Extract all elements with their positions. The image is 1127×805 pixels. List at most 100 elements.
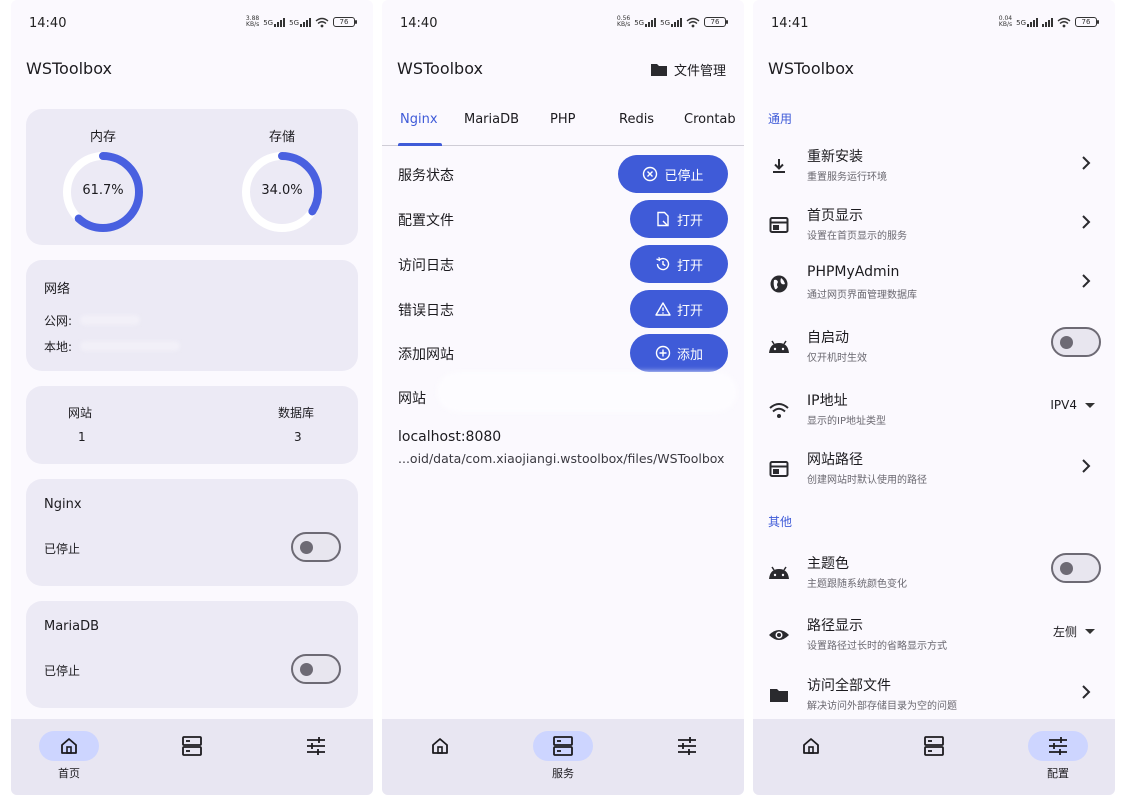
file-edit-icon <box>657 211 669 227</box>
setting-subtitle: 设置在首页显示的服务 <box>807 231 907 242</box>
nav-config[interactable]: 配置 <box>1023 731 1093 781</box>
setting-phpmyadmin[interactable]: PHPMyAdmin 通过网页界面管理数据库 <box>753 258 1115 314</box>
tab-php[interactable]: PHP <box>550 112 575 127</box>
open-error-log-button[interactable]: 打开 <box>630 290 728 328</box>
setting-subtitle: 解决访问外部存储目录为空的问题 <box>807 701 957 712</box>
service-status-button[interactable]: 已停止 <box>618 155 728 193</box>
signal-icon <box>1042 17 1053 27</box>
chevron-right-icon <box>1082 215 1091 229</box>
open-config-text: 打开 <box>676 213 703 229</box>
signal-icon: 5G <box>634 17 657 27</box>
storage-label: 存储 <box>268 130 295 145</box>
signal-icon: 5G <box>660 17 682 27</box>
bottom-nav: 配置 <box>753 719 1115 795</box>
tab-redis[interactable]: Redis <box>619 112 654 127</box>
mariadb-toggle[interactable] <box>291 654 341 684</box>
add-circle-icon <box>655 345 671 361</box>
setting-subtitle: 显示的IP地址类型 <box>807 416 886 427</box>
mariadb-status: 已停止 <box>44 664 81 678</box>
config-screen: 14:41 0.04 KB/s 5G 76 WSToolbox 通用 重新安装 … <box>753 0 1115 795</box>
open-config-button[interactable]: 打开 <box>630 200 728 238</box>
setting-subtitle: 通过网页界面管理数据库 <box>807 290 917 301</box>
network-card: 网络 公网: 本地: <box>26 260 358 371</box>
status-icons: 0.04 KB/s 5G 76 <box>996 16 1099 28</box>
add-site-button[interactable]: 添加 <box>630 334 728 372</box>
error-log-label: 错误日志 <box>398 303 454 319</box>
ip-type-select[interactable]: IPV4 <box>1050 398 1095 412</box>
bottom-nav: 首页 <box>11 719 373 795</box>
service-screen: 14:40 0.56 KB/s 5G 5G 76 WSToolbox 文件管理 … <box>382 0 744 795</box>
setting-title: 网站路径 <box>807 452 863 468</box>
app-title: WSToolbox <box>26 59 112 78</box>
wifi-icon <box>686 17 700 27</box>
setting-reinstall[interactable]: 重新安装 重置服务运行环境 <box>753 140 1115 196</box>
battery-icon: 76 <box>333 17 357 27</box>
setting-title: 访问全部文件 <box>807 678 891 694</box>
setting-all-files-access[interactable]: 访问全部文件 解决访问外部存储目录为空的问题 <box>753 669 1115 725</box>
setting-title: IP地址 <box>807 393 848 409</box>
server-icon <box>182 736 202 756</box>
window-icon <box>767 213 791 237</box>
setting-site-path[interactable]: 网站路径 创建网站时默认使用的路径 <box>753 443 1115 499</box>
add-site-text: 添加 <box>676 347 703 363</box>
service-status-label: 服务状态 <box>398 168 454 184</box>
nav-service-label: 服务 <box>552 767 574 780</box>
bottom-nav: 服务 <box>382 719 744 795</box>
nginx-toggle[interactable] <box>291 532 341 562</box>
wifi-icon <box>767 398 791 422</box>
window-icon <box>767 457 791 481</box>
autostart-toggle[interactable] <box>1051 327 1101 357</box>
setting-title: PHPMyAdmin <box>807 264 900 280</box>
setting-title: 主题色 <box>807 556 849 572</box>
sites-section-label: 网站 <box>398 391 426 407</box>
path-display-select[interactable]: 左侧 <box>1053 623 1095 640</box>
status-icons: 0.56 KB/s 5G 5G 76 <box>614 15 728 28</box>
storage-gauge: 存储 34.0% <box>237 126 327 233</box>
add-site-label: 添加网站 <box>398 347 454 363</box>
home-icon <box>432 738 448 754</box>
nav-home[interactable]: 首页 <box>34 731 104 781</box>
setting-theme-color[interactable]: 主题色 主题跟随系统颜色变化 <box>753 547 1115 603</box>
setting-subtitle: 创建网站时默认使用的路径 <box>807 475 927 486</box>
setting-autostart[interactable]: 自启动 仅开机时生效 <box>753 321 1115 377</box>
wifi-icon <box>1057 17 1071 27</box>
setting-subtitle: 主题跟随系统颜色变化 <box>807 579 907 590</box>
setting-title: 重新安装 <box>807 149 863 165</box>
nav-service[interactable] <box>899 731 969 761</box>
folder-icon <box>650 64 667 76</box>
nav-service[interactable]: 服务 <box>528 731 598 781</box>
setting-home-display[interactable]: 首页显示 设置在首页显示的服务 <box>753 199 1115 255</box>
server-icon <box>553 736 573 756</box>
nav-home[interactable] <box>405 731 475 761</box>
battery-icon: 76 <box>704 17 728 27</box>
setting-path-display[interactable]: 路径显示 设置路径过长时的省略显示方式 左侧 <box>753 609 1115 665</box>
nav-home[interactable] <box>776 731 846 761</box>
theme-color-toggle[interactable] <box>1051 553 1101 583</box>
net-speed: 0.56 KB/s <box>616 15 631 28</box>
tab-mariadb[interactable]: MariaDB <box>464 112 519 127</box>
status-bar: 14:40 0.56 KB/s 5G 5G 76 <box>382 0 744 46</box>
nav-service[interactable] <box>157 731 227 761</box>
site-host[interactable]: localhost:8080 <box>398 429 501 445</box>
folder-icon <box>767 683 791 707</box>
setting-title: 自启动 <box>807 330 849 346</box>
access-log-label: 访问日志 <box>398 258 454 274</box>
nav-config[interactable] <box>281 731 351 761</box>
file-manager-label: 文件管理 <box>673 64 726 79</box>
setting-subtitle: 设置路径过长时的省略显示方式 <box>807 641 947 652</box>
sites-label: 网站 <box>68 406 93 420</box>
file-manager-button[interactable]: 文件管理 <box>650 60 726 79</box>
nav-config[interactable] <box>652 731 722 761</box>
tab-crontab[interactable]: Crontab <box>684 112 736 127</box>
open-access-log-button[interactable]: 打开 <box>630 245 728 283</box>
section-other: 其他 <box>768 515 793 529</box>
status-time: 14:41 <box>771 16 809 31</box>
net-speed: 3.88 KB/s <box>245 15 260 28</box>
chevron-right-icon <box>1082 156 1091 170</box>
sites-value: 1 <box>78 430 86 444</box>
signal-icon: 5G <box>263 17 286 27</box>
tab-nginx[interactable]: Nginx <box>400 112 438 127</box>
status-time: 14:40 <box>29 16 67 31</box>
setting-ip-address[interactable]: IP地址 显示的IP地址类型 IPV4 <box>753 384 1115 440</box>
setting-subtitle: 重置服务运行环境 <box>807 172 887 183</box>
